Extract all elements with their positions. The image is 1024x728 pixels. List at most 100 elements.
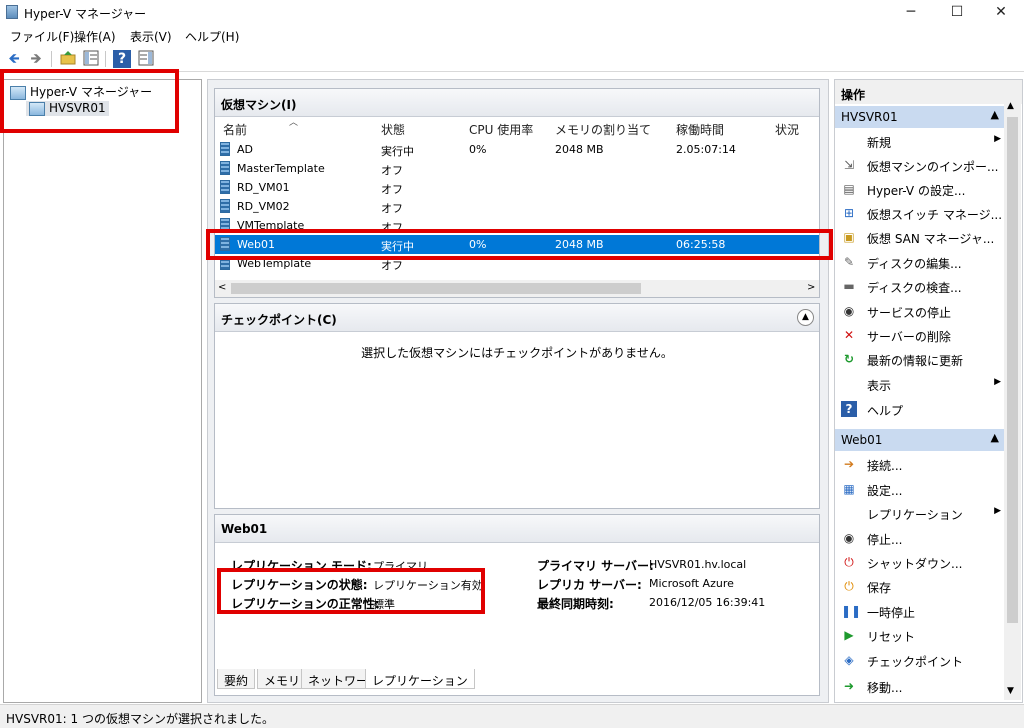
settings-page-icon: ▤ — [843, 182, 855, 196]
scroll-up-icon[interactable]: ▲ — [1007, 101, 1014, 111]
scrollbar-thumb[interactable] — [1007, 117, 1018, 623]
vm-row[interactable]: MasterTemplate オフ — [215, 159, 819, 178]
vm-row[interactable]: WebTemplate オフ — [215, 254, 819, 273]
vm-list: AD 実行中 0% 2048 MB 2.05:07:14 MasterTempl… — [215, 140, 819, 280]
vm-row[interactable]: RD_VM02 オフ — [215, 197, 819, 216]
action-save[interactable]: ⏻ 保存 — [835, 574, 1005, 598]
help-icon[interactable]: ? — [113, 50, 131, 68]
action-stop[interactable]: ◉ 停止... — [835, 526, 1005, 550]
menu-view[interactable]: 表示(V) — [130, 28, 172, 45]
action-move[interactable]: ➜ 移動... — [835, 674, 1005, 698]
action-import-vm[interactable]: ⇲ 仮想マシンのインポー... — [835, 153, 1005, 177]
column-cpu[interactable]: CPU 使用率 — [469, 121, 533, 138]
vm-state: オフ — [381, 202, 403, 215]
connect-icon: ➔ — [843, 457, 855, 471]
action-label: 接続... — [867, 459, 903, 473]
action-refresh[interactable]: ↻ 最新の情報に更新 — [835, 347, 1005, 371]
vm-state: 実行中 — [381, 145, 414, 158]
maximize-button[interactable]: ☐ — [934, 0, 980, 24]
minimize-button[interactable]: ─ — [888, 0, 934, 24]
disk-edit-icon: ✎ — [843, 255, 855, 269]
help-icon: ? — [841, 401, 857, 417]
action-label: サーバーの削除 — [867, 330, 951, 344]
action-hyperv-settings[interactable]: ▤ Hyper-V の設定... — [835, 177, 1005, 201]
menu-action[interactable]: 操作(A) — [74, 28, 116, 45]
column-uptime[interactable]: 稼働時間 — [676, 121, 724, 138]
tab-replication[interactable]: レプリケーション — [365, 669, 475, 689]
action-label: 表示 — [867, 379, 892, 393]
menu-help[interactable]: ヘルプ(H) — [185, 28, 239, 45]
collapse-icon[interactable]: ▲ — [797, 309, 814, 326]
action-label: チェックポイント — [867, 655, 964, 669]
vm-row[interactable]: RD_VM01 オフ — [215, 178, 819, 197]
menu-file[interactable]: ファイル(F) — [10, 28, 74, 45]
tree-item-hvsvr01[interactable]: HVSVR01 — [26, 101, 109, 116]
detail-value: 2016/12/05 16:39:41 — [649, 596, 766, 609]
action-help[interactable]: ? ヘルプ — [835, 397, 1005, 421]
vm-row-selected[interactable]: Web01 実行中 0% 2048 MB 06:25:58 — [215, 235, 819, 254]
column-name[interactable]: 名前 — [223, 121, 247, 138]
back-arrow-icon[interactable]: 🡸 — [5, 50, 23, 68]
vm-cpu: 0% — [469, 238, 487, 251]
action-checkpoint[interactable]: ◈ チェックポイント — [835, 648, 1005, 672]
action-section-web01[interactable]: Web01 ▲ — [835, 429, 1005, 451]
scroll-right-icon[interactable]: > — [807, 282, 815, 293]
action-label: 一時停止 — [867, 606, 916, 620]
scroll-left-icon[interactable]: < — [218, 282, 226, 293]
action-reset[interactable]: ▶ リセット — [835, 623, 1005, 647]
action-section-hvsvr01[interactable]: HVSVR01 ▲ — [835, 106, 1005, 128]
vm-row[interactable]: AD 実行中 0% 2048 MB 2.05:07:14 — [215, 140, 819, 159]
san-icon: ▣ — [843, 230, 855, 244]
up-folder-icon[interactable] — [59, 50, 77, 68]
action-remove-server[interactable]: ✕ サーバーの削除 — [835, 323, 1005, 347]
action-inspect-disk[interactable]: ▬ ディスクの検査... — [835, 274, 1005, 298]
action-label: 新規 — [867, 136, 892, 150]
action-settings[interactable]: ▦ 設定... — [835, 477, 1005, 501]
hyperv-app-icon — [6, 5, 18, 19]
tab-memory[interactable]: メモリ — [257, 669, 308, 689]
action-virtual-switch-manager[interactable]: ⊞ 仮想スイッチ マネージ... — [835, 201, 1005, 225]
hyperv-manager-icon — [10, 85, 26, 100]
import-icon: ⇲ — [843, 158, 855, 172]
action-label: 仮想マシンのインポー... — [867, 160, 999, 174]
action-virtual-san-manager[interactable]: ▣ 仮想 SAN マネージャ... — [835, 225, 1005, 249]
no-checkpoints-message: 選択した仮想マシンにはチェックポイントがありません。 — [361, 346, 673, 360]
action-stop-service[interactable]: ◉ サービスの停止 — [835, 299, 1005, 323]
vm-state: オフ — [381, 259, 403, 272]
sort-ascending-icon: ︿ — [289, 118, 299, 128]
vm-name: AD — [237, 143, 253, 156]
vm-name: VMTemplate — [237, 219, 305, 232]
column-state[interactable]: 状態 — [381, 121, 405, 138]
action-replication[interactable]: レプリケーション ▶ — [835, 501, 1005, 525]
show-hide-action-pane-icon[interactable] — [137, 50, 155, 68]
status-text: HVSVR01: 1 つの仮想マシンが選択されました。 — [6, 712, 274, 726]
action-connect[interactable]: ➔ 接続... — [835, 452, 1005, 476]
action-label: 仮想スイッチ マネージ... — [867, 208, 1003, 222]
action-label: リセット — [867, 630, 916, 644]
show-hide-console-tree-icon[interactable] — [82, 50, 100, 68]
action-shutdown[interactable]: ⏻ シャットダウン... — [835, 550, 1005, 574]
tree-item-hyperv-manager[interactable]: Hyper-V マネージャー — [10, 83, 152, 100]
action-pane-scrollbar[interactable]: ▲ ▼ — [1004, 101, 1021, 700]
vm-memory: 2048 MB — [555, 143, 604, 156]
detail-label: レプリケーションの状態: — [231, 578, 368, 592]
action-label: レプリケーション — [867, 508, 963, 522]
action-view[interactable]: 表示 ▶ — [835, 372, 1005, 396]
vm-name: Web01 — [237, 238, 275, 251]
action-edit-disk[interactable]: ✎ ディスクの編集... — [835, 250, 1005, 274]
menu-bar: ファイル(F) 操作(A) 表示(V) ヘルプ(H) — [0, 24, 1024, 46]
column-status[interactable]: 状況 — [775, 121, 799, 138]
close-button[interactable]: ✕ — [978, 0, 1024, 24]
forward-arrow-icon[interactable]: 🡺 — [27, 50, 45, 68]
tab-summary[interactable]: 要約 — [217, 669, 256, 689]
column-memory[interactable]: メモリの割り当て — [555, 121, 651, 138]
detail-label: レプリケーションの正常性: — [231, 597, 380, 611]
reset-icon: ▶ — [844, 628, 854, 642]
vm-list-horizontal-scrollbar[interactable]: < > — [215, 280, 819, 297]
scroll-down-icon[interactable]: ▼ — [1007, 686, 1014, 696]
details-panel: Web01 レプリケーション モード: プライマリ レプリケーションの状態: レ… — [214, 514, 820, 696]
action-pause[interactable]: ❚❚ 一時停止 — [835, 599, 1005, 623]
vm-row[interactable]: VMTemplate オフ — [215, 216, 819, 235]
action-new[interactable]: 新規 ▶ — [835, 129, 1005, 153]
scrollbar-thumb[interactable] — [231, 283, 641, 294]
